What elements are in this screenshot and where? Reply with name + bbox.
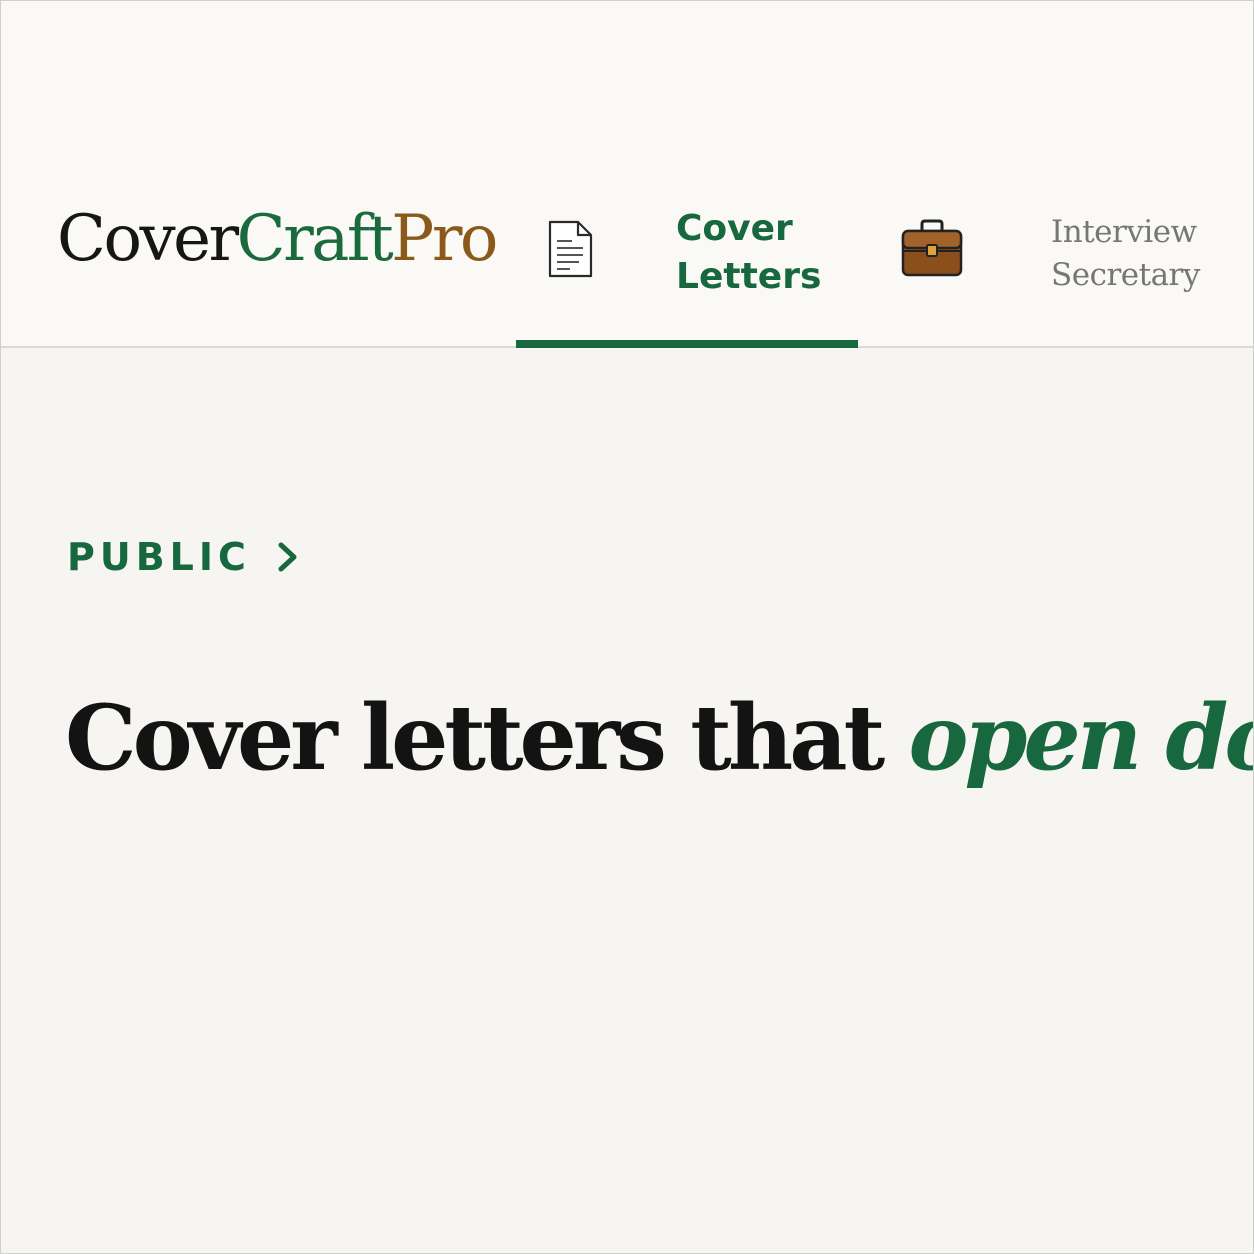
tab-interview-secretary-label[interactable]: Interview Secretary	[1051, 211, 1200, 297]
breadcrumb-label[interactable]: PUBLIC	[67, 535, 251, 579]
breadcrumb[interactable]: PUBLIC	[67, 535, 303, 579]
top-navigation-bar: CoverCraftPro Cover Letters Interview Se…	[1, 1, 1253, 348]
brand-logo[interactable]: CoverCraftPro	[57, 207, 498, 271]
page-title-accent: open doors	[908, 685, 1253, 792]
page-title-main: Cover letters that	[65, 685, 885, 792]
brand-logo-part-cover: Cover	[57, 202, 239, 276]
tab-cover-letters-label[interactable]: Cover Letters	[676, 205, 821, 301]
briefcase-icon	[901, 219, 963, 277]
chevron-right-icon	[278, 542, 297, 572]
active-tab-indicator	[516, 340, 858, 348]
document-icon	[548, 220, 593, 278]
brand-logo-part-pro: Pro	[391, 202, 498, 276]
brand-logo-part-craft: Craft	[236, 202, 394, 276]
app-window: CoverCraftPro Cover Letters Interview Se…	[0, 0, 1254, 1254]
page-title: Cover letters that open doors	[65, 689, 1253, 788]
